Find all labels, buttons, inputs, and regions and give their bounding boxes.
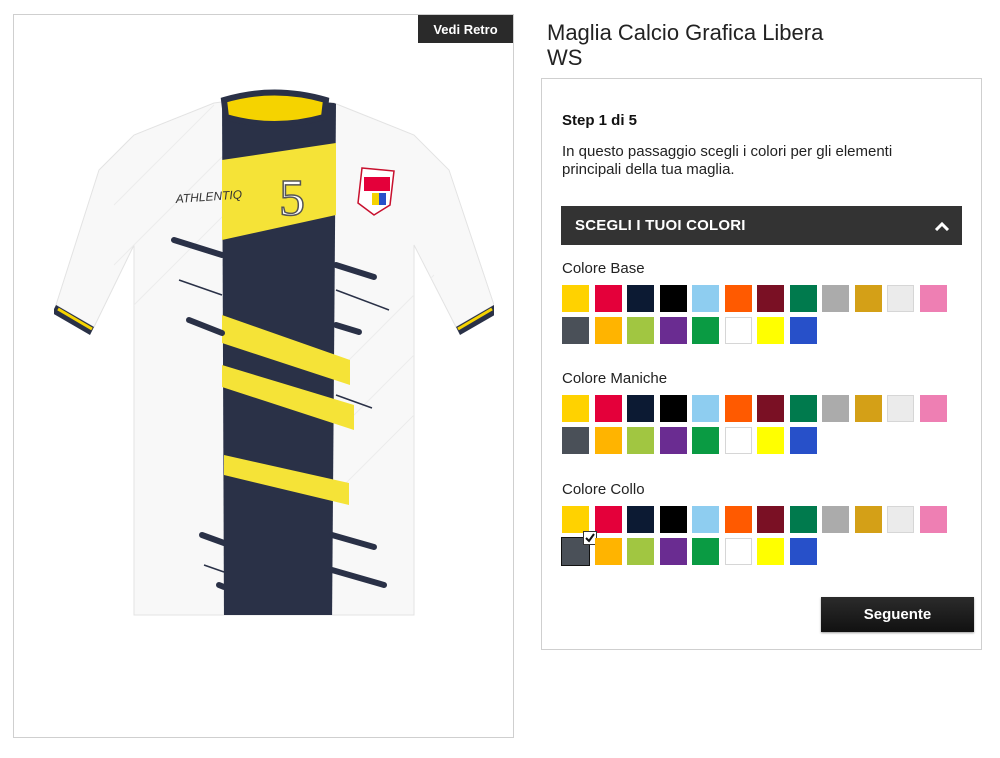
swatch-maniche-grey[interactable] (822, 395, 849, 422)
swatch-collo-black[interactable] (659, 506, 687, 533)
swatch-base-green-dark[interactable] (789, 285, 817, 312)
swatch-maniche-bright-yellow[interactable] (757, 427, 784, 454)
swatch-maniche-burgundy[interactable] (757, 395, 784, 422)
swatch-collo-bright-yellow[interactable] (757, 538, 784, 565)
swatch-maniche-green-dark[interactable] (789, 395, 817, 422)
swatch-collo-pink[interactable] (919, 506, 947, 533)
jersey-preview: Vedi Retro ATHLENTIQ 5 (13, 14, 514, 738)
swatch-maniche-green[interactable] (692, 427, 719, 454)
swatch-collo-light-grey[interactable] (887, 506, 914, 533)
swatch-base-royal-blue[interactable] (789, 317, 817, 344)
swatch-maniche-royal-blue[interactable] (789, 427, 817, 454)
swatch-collo-navy[interactable] (627, 506, 654, 533)
product-title: Maglia Calcio Grafica Libera WS (547, 20, 867, 70)
swatch-collo-white[interactable] (724, 538, 752, 565)
swatch-collo-royal-blue[interactable] (789, 538, 817, 565)
swatch-base-bright-yellow[interactable] (757, 317, 784, 344)
swatch-base-charcoal[interactable] (562, 317, 589, 344)
swatch-collo-gold[interactable] (854, 506, 882, 533)
configurator-panel: Step 1 di 5 In questo passaggio scegli i… (541, 78, 982, 650)
swatches-collo (561, 506, 962, 566)
chevron-up-icon[interactable] (922, 206, 962, 245)
swatch-maniche-yellow[interactable] (562, 395, 589, 422)
swatch-maniche-black[interactable] (659, 395, 687, 422)
swatch-base-black[interactable] (659, 285, 687, 312)
swatch-maniche-lime[interactable] (627, 427, 654, 454)
swatch-collo-sky[interactable] (692, 506, 719, 533)
swatch-maniche-gold[interactable] (854, 395, 882, 422)
swatch-collo-charcoal[interactable] (561, 531, 597, 566)
swatch-maniche-purple[interactable] (659, 427, 687, 454)
color-group-label-collo: Colore Collo (562, 481, 645, 498)
swatch-collo-orange[interactable] (724, 506, 752, 533)
jersey-image: ATHLENTIQ 5 (54, 89, 494, 616)
swatch-collo-lime[interactable] (627, 538, 654, 565)
swatch-maniche-red[interactable] (594, 395, 622, 422)
swatch-collo-red[interactable] (594, 506, 622, 533)
swatches-maniche (562, 395, 962, 454)
swatch-collo-burgundy[interactable] (757, 506, 784, 533)
swatch-base-red[interactable] (594, 285, 622, 312)
jersey-number: 5 (279, 170, 305, 227)
swatches-base (562, 285, 962, 344)
product-title-line1: Maglia Calcio Grafica Libera (547, 20, 824, 45)
swatch-collo-amber[interactable] (594, 538, 622, 565)
swatch-base-orange[interactable] (724, 285, 752, 312)
swatch-base-gold[interactable] (854, 285, 882, 312)
swatch-base-burgundy[interactable] (757, 285, 784, 312)
swatch-base-yellow[interactable] (562, 285, 589, 312)
swatch-base-light-grey[interactable] (887, 285, 914, 312)
swatch-maniche-pink[interactable] (919, 395, 947, 422)
color-group-label-maniche: Colore Maniche (562, 370, 668, 387)
view-back-button[interactable]: Vedi Retro (418, 15, 513, 43)
swatch-maniche-charcoal[interactable] (562, 427, 589, 454)
colors-accordion-label: SCEGLI I TUOI COLORI (575, 217, 746, 234)
swatch-base-amber[interactable] (594, 317, 622, 344)
color-group-label-base: Colore Base (562, 260, 645, 277)
colors-accordion-header[interactable]: SCEGLI I TUOI COLORI (561, 206, 962, 245)
swatch-base-sky[interactable] (692, 285, 719, 312)
swatch-collo-green-dark[interactable] (789, 506, 817, 533)
swatch-maniche-amber[interactable] (594, 427, 622, 454)
swatch-collo-grey[interactable] (822, 506, 849, 533)
swatch-maniche-sky[interactable] (692, 395, 719, 422)
next-button[interactable]: Seguente (821, 597, 974, 632)
swatch-base-navy[interactable] (627, 285, 654, 312)
swatch-base-grey[interactable] (822, 285, 849, 312)
swatch-base-white[interactable] (724, 317, 752, 344)
swatch-maniche-white[interactable] (724, 427, 752, 454)
product-title-line2: WS (547, 45, 583, 70)
step-description: In questo passaggio scegli i colori per … (562, 143, 893, 178)
swatch-base-pink[interactable] (919, 285, 947, 312)
swatch-collo-purple[interactable] (659, 538, 687, 565)
swatch-base-green[interactable] (692, 317, 719, 344)
swatch-maniche-light-grey[interactable] (887, 395, 914, 422)
swatch-base-lime[interactable] (627, 317, 654, 344)
swatch-collo-yellow[interactable] (562, 506, 589, 533)
swatch-maniche-navy[interactable] (627, 395, 654, 422)
step-title: Step 1 di 5 (562, 112, 638, 129)
swatch-maniche-orange[interactable] (724, 395, 752, 422)
swatch-collo-green[interactable] (692, 538, 719, 565)
swatch-base-purple[interactable] (659, 317, 687, 344)
